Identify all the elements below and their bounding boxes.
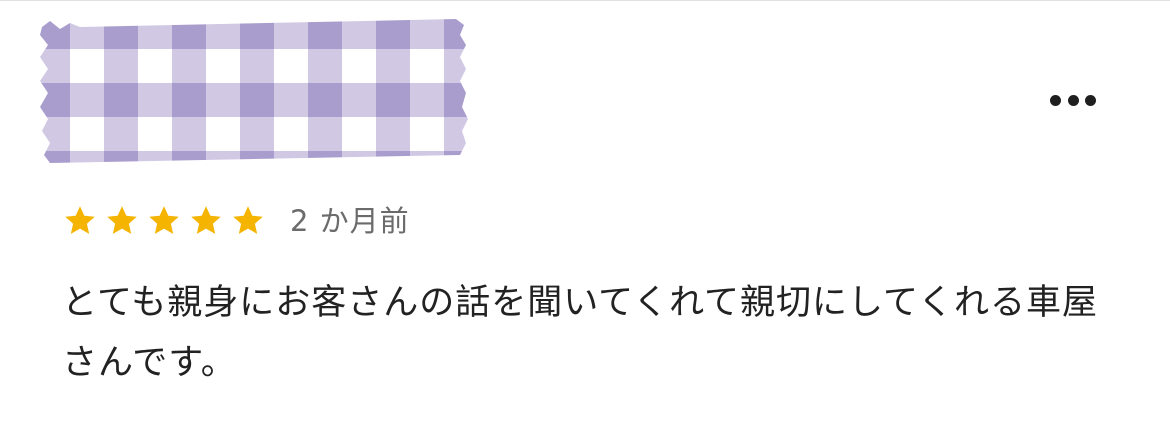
- gingham-tape-icon: [40, 19, 468, 163]
- review-card: 2 か月前 とても親身にお客さんの話を聞いてくれて親切にしてくれる車屋さんです。: [0, 0, 1170, 438]
- star-icon: [104, 203, 140, 239]
- star-icon: [146, 203, 182, 239]
- more-options-button[interactable]: [1040, 85, 1106, 115]
- star-icon: [230, 203, 266, 239]
- more-options-dot-icon: [1067, 94, 1079, 106]
- star-icon: [62, 203, 98, 239]
- review-time: 2 か月前: [290, 204, 410, 238]
- profile-image-gingham-tape[interactable]: [36, 15, 472, 165]
- more-options-dot-icon: [1085, 94, 1096, 106]
- rating-row: 2 か月前: [62, 201, 410, 241]
- review-text: とても親身にお客さんの話を聞いてくれて親切にしてくれる車屋さんです。: [62, 283, 1098, 383]
- more-options-dot-icon: [1050, 94, 1061, 106]
- star-icon: [188, 203, 224, 239]
- star-rating: [62, 201, 272, 241]
